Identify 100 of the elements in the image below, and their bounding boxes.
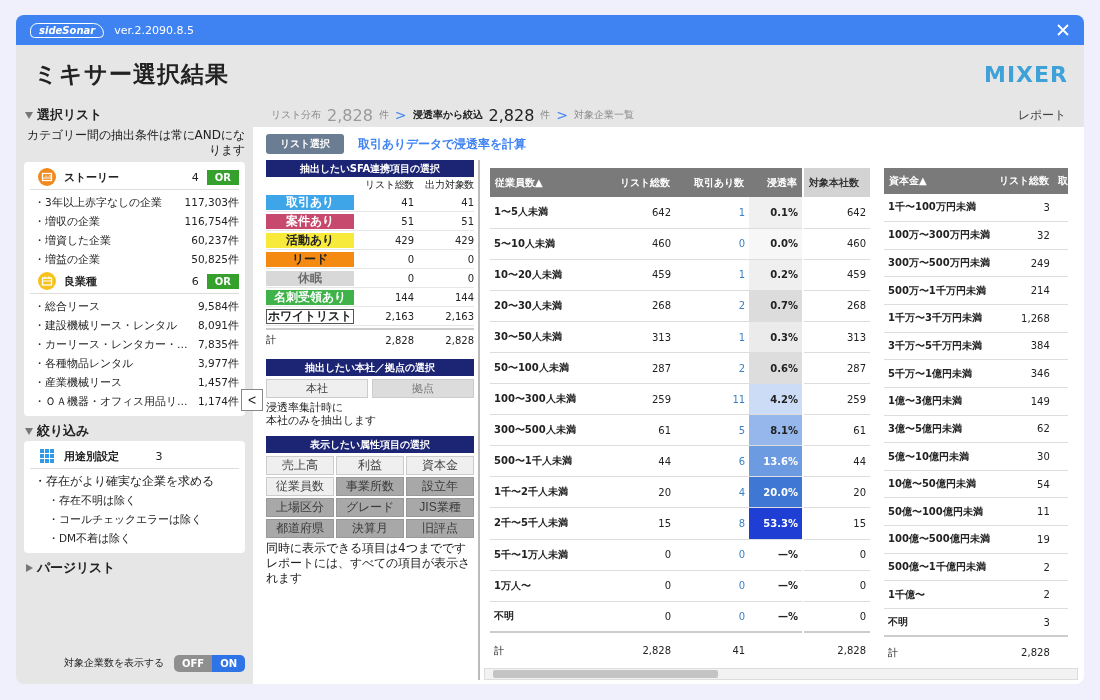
option-button[interactable]: 決算月 bbox=[336, 519, 404, 538]
option-button[interactable]: 利益 bbox=[336, 456, 404, 475]
table-cell: 54 bbox=[993, 470, 1054, 498]
table-cell: 313 bbox=[804, 321, 870, 353]
table-cell: 19 bbox=[993, 525, 1054, 554]
table-cell: 30 bbox=[993, 442, 1054, 471]
table-cell: 2 bbox=[993, 580, 1054, 609]
condition-count: 9,584件 bbox=[197, 299, 239, 314]
sfa-tag[interactable]: ホワイトリスト bbox=[266, 308, 354, 324]
section-title[interactable]: 選択リスト bbox=[37, 106, 102, 124]
condition-label: ・3年以上赤字なしの企業 bbox=[34, 195, 162, 210]
row-label: 1〜5人未満 bbox=[490, 197, 601, 229]
table-cell: 0 bbox=[804, 601, 870, 633]
option-button[interactable]: 拠点 bbox=[372, 379, 474, 398]
row-label: 100〜300人未満 bbox=[490, 383, 601, 415]
rate-cell: 0.0% bbox=[749, 228, 802, 260]
expanded-icon[interactable] bbox=[24, 110, 34, 120]
condition-label: ・建設機械リース・レンタル bbox=[34, 318, 177, 333]
collapse-button[interactable]: < bbox=[241, 389, 263, 411]
rate-cell: —% bbox=[749, 570, 802, 602]
section-header: 表示したい属性項目の選択 bbox=[266, 436, 474, 453]
report-link[interactable]: レポート bbox=[1018, 106, 1066, 124]
sfa-tag[interactable]: 案件あり bbox=[266, 213, 354, 229]
table-cell: 249 bbox=[993, 249, 1054, 277]
table-cell: 44 bbox=[804, 445, 870, 477]
or-badge: OR bbox=[206, 169, 239, 185]
or-badge: OR bbox=[206, 273, 239, 289]
condition-label: ・総合リース bbox=[34, 299, 100, 314]
table-cell: 268 bbox=[600, 290, 676, 322]
row-label: 300〜500人未満 bbox=[490, 414, 601, 446]
option-button[interactable]: 従業員数 bbox=[266, 477, 334, 496]
table-cell-text: 41 bbox=[400, 196, 414, 208]
step-count: 2,828 bbox=[327, 105, 373, 125]
table-cell: 259 bbox=[804, 383, 870, 415]
option-button[interactable]: 設立年 bbox=[406, 477, 474, 496]
table-cell-text: 2,828 bbox=[384, 334, 414, 346]
row-label: 1億〜3億円未満 bbox=[884, 387, 994, 416]
sfa-tag[interactable]: 活動あり bbox=[266, 232, 354, 248]
table-cell: 259 bbox=[600, 383, 676, 415]
expanded-icon[interactable] bbox=[24, 426, 34, 436]
option-button[interactable]: 旧評点 bbox=[406, 519, 474, 538]
table-cell: 0 bbox=[600, 539, 676, 571]
table-cell: 61 bbox=[600, 414, 676, 446]
breadcrumb-step[interactable]: リスト分布 bbox=[271, 108, 321, 122]
table-cell: 32 bbox=[993, 221, 1054, 250]
column-header: リスト総数 bbox=[364, 178, 414, 192]
sfa-tag[interactable]: 取引あり bbox=[266, 194, 354, 210]
column-header: 出力対象数 bbox=[424, 178, 474, 192]
column-header[interactable]: 浸透率 bbox=[749, 168, 802, 198]
column-header[interactable]: 取引あり数 bbox=[675, 168, 750, 198]
option-button[interactable]: 資本金 bbox=[406, 456, 474, 475]
row-label: 100万〜300万円未満 bbox=[884, 221, 994, 250]
option-button[interactable]: 事業所数 bbox=[336, 477, 404, 496]
row-label: 500〜1千人未満 bbox=[490, 445, 601, 477]
table-cell-text: 144 bbox=[453, 291, 474, 303]
section-title[interactable]: パージリスト bbox=[37, 559, 115, 577]
scrollbar-thumb[interactable] bbox=[493, 670, 718, 678]
table-cell: 20 bbox=[804, 476, 870, 508]
sfa-tag[interactable]: リード bbox=[266, 251, 354, 267]
option-button[interactable]: 本社 bbox=[266, 379, 368, 398]
total-label: 計 bbox=[266, 333, 277, 347]
table-cell-text: 0 bbox=[406, 253, 414, 265]
option-button[interactable]: JIS業種 bbox=[406, 498, 474, 517]
table-cell-text: 2,163 bbox=[444, 310, 474, 322]
column-header[interactable]: 従業員数▲ bbox=[490, 168, 601, 198]
row-label: 100億〜500億円未満 bbox=[884, 525, 994, 554]
condition-count: 116,754件 bbox=[184, 214, 239, 229]
option-button[interactable]: グレード bbox=[336, 498, 404, 517]
section-title[interactable]: 絞り込み bbox=[37, 422, 89, 440]
column-header: 対象本社数 bbox=[804, 168, 870, 198]
collapsed-icon[interactable] bbox=[24, 563, 34, 573]
row-label: 1千億〜 bbox=[884, 580, 994, 609]
condition-count: 8,091件 bbox=[197, 318, 239, 333]
section-note: カテゴリー間の抽出条件は常にANDになります bbox=[25, 128, 245, 158]
option-button[interactable]: 都道府県 bbox=[266, 519, 334, 538]
column-header[interactable]: リスト総数 bbox=[993, 168, 1054, 194]
rate-cell: 0.2% bbox=[749, 259, 802, 291]
horizontal-scrollbar[interactable] bbox=[484, 668, 1078, 680]
rate-cell: 53.3% bbox=[749, 507, 802, 539]
option-button[interactable]: 売上高 bbox=[266, 456, 334, 475]
row-label: 1千〜2千人未満 bbox=[490, 476, 601, 508]
close-icon[interactable] bbox=[1056, 23, 1070, 37]
rate-cell: 20.0% bbox=[749, 476, 802, 508]
step-count: 2,828 bbox=[488, 105, 535, 125]
page-title: ミキサー選択結果 bbox=[34, 59, 229, 89]
breadcrumb-step[interactable]: 浸透率から絞込 bbox=[412, 108, 483, 122]
column-header[interactable]: リスト総数 bbox=[600, 168, 676, 198]
table-cell-text: 429 bbox=[453, 234, 474, 246]
list-select-tab[interactable]: リスト選択 bbox=[266, 134, 344, 154]
table-cell: 642 bbox=[600, 197, 676, 229]
table-cell: 642 bbox=[804, 197, 870, 229]
table-cell: 2 bbox=[993, 553, 1054, 581]
breadcrumb-separator: > bbox=[394, 107, 407, 123]
condition-label: ・増収の企業 bbox=[34, 214, 100, 229]
calendar-icon bbox=[38, 272, 56, 290]
table-cell: 1,268 bbox=[993, 304, 1054, 333]
sfa-tag[interactable]: 名刺受領あり bbox=[266, 289, 354, 305]
column-header[interactable]: 資本金▲ bbox=[884, 168, 994, 194]
section-header: 抽出したいSFA連携項目の選択 bbox=[266, 160, 474, 177]
option-button[interactable]: 上場区分 bbox=[266, 498, 334, 517]
